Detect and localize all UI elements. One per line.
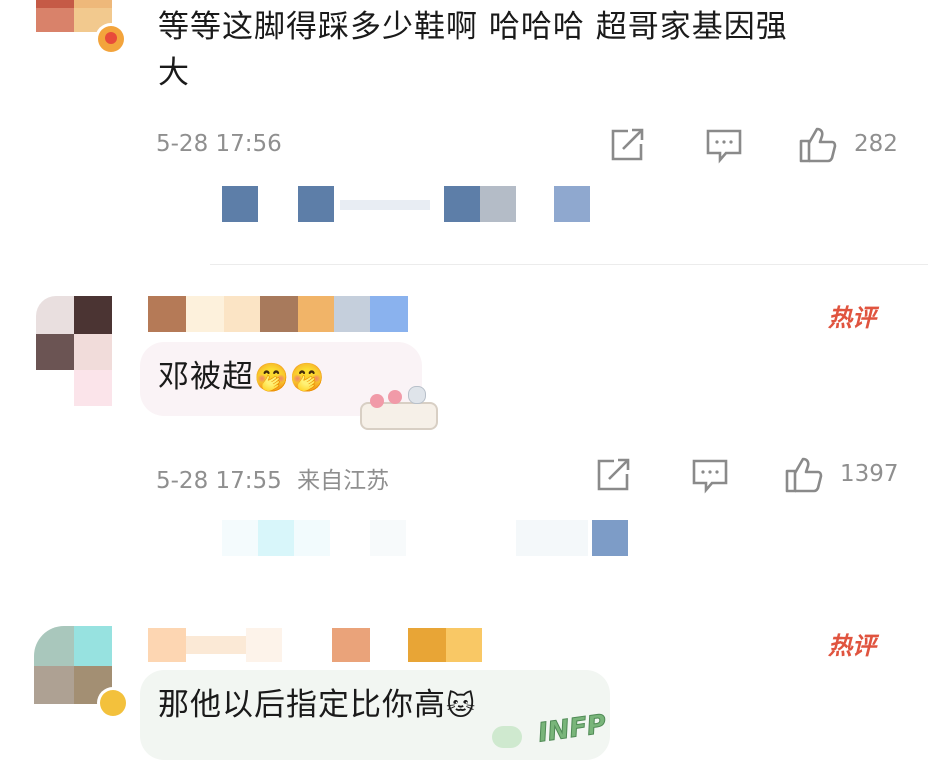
username[interactable] <box>148 628 483 662</box>
like-button[interactable] <box>798 124 838 164</box>
share-button[interactable] <box>594 456 632 494</box>
comment-text: 那他以后指定比你高 <box>158 687 446 723</box>
comment-time: 5-28 17:56 <box>156 131 282 157</box>
avatar-badge-icon <box>98 26 124 52</box>
reply-preview[interactable] <box>220 186 600 222</box>
like-icon <box>785 457 823 493</box>
avatar-badge-icon <box>100 690 126 716</box>
cake-sticker <box>358 382 440 432</box>
comment-text: 邓被超 <box>158 359 254 395</box>
hot-comment-badge: 热评 <box>828 632 876 660</box>
comment-icon <box>706 129 742 164</box>
comment-time: 5-28 17:55 <box>156 468 282 494</box>
comment-button[interactable] <box>690 457 730 495</box>
hot-comment-badge: 热评 <box>828 304 876 332</box>
divider <box>210 264 928 265</box>
comment-location: 来自江苏 <box>297 468 390 494</box>
comment-text-continued: 大 <box>158 55 190 91</box>
shushing-face-emoji: 🤭🤭 <box>254 361 326 394</box>
cat-emoji: 🐱 <box>446 689 477 722</box>
avatar[interactable] <box>36 296 112 408</box>
like-icon <box>799 127 837 163</box>
reply-preview[interactable] <box>220 520 630 556</box>
infp-sticker: INFP <box>486 706 626 750</box>
share-icon <box>611 128 644 161</box>
share-button[interactable] <box>608 126 646 164</box>
comment-button[interactable] <box>704 127 744 165</box>
like-count: 282 <box>854 131 898 157</box>
comment-icon <box>692 459 728 494</box>
infp-sticker-text: INFP <box>536 709 609 749</box>
username[interactable] <box>148 296 408 332</box>
comment-text: 等等这脚得踩多少鞋啊 哈哈哈 超哥家基因强 <box>158 9 788 45</box>
like-button[interactable] <box>784 454 824 494</box>
like-count: 1397 <box>840 461 899 487</box>
share-icon <box>597 458 630 491</box>
avatar[interactable] <box>34 626 112 706</box>
